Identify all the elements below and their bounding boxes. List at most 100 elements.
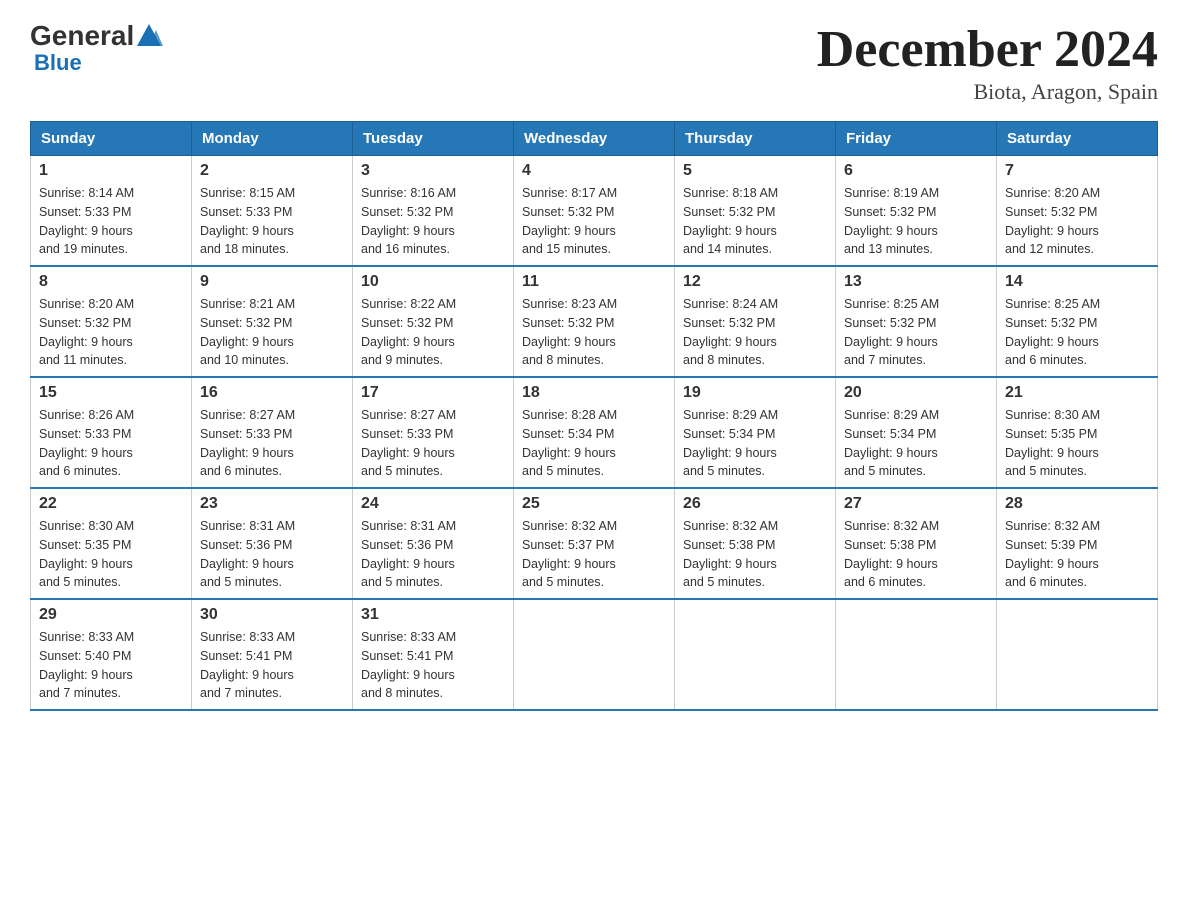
day-number: 14 (1005, 273, 1149, 291)
calendar-day-cell: 11 Sunrise: 8:23 AM Sunset: 5:32 PM Dayl… (514, 266, 675, 377)
day-number: 15 (39, 384, 183, 402)
day-info: Sunrise: 8:19 AM Sunset: 5:32 PM Dayligh… (844, 184, 988, 259)
calendar-header-wednesday: Wednesday (514, 122, 675, 156)
calendar-empty-cell (997, 599, 1158, 710)
day-info: Sunrise: 8:16 AM Sunset: 5:32 PM Dayligh… (361, 184, 505, 259)
day-info: Sunrise: 8:33 AM Sunset: 5:41 PM Dayligh… (361, 628, 505, 703)
day-info: Sunrise: 8:31 AM Sunset: 5:36 PM Dayligh… (361, 517, 505, 592)
logo-general-text: General (30, 20, 134, 52)
calendar-day-cell: 26 Sunrise: 8:32 AM Sunset: 5:38 PM Dayl… (675, 488, 836, 599)
calendar-day-cell: 7 Sunrise: 8:20 AM Sunset: 5:32 PM Dayli… (997, 156, 1158, 267)
page-title: December 2024 (817, 20, 1158, 79)
day-info: Sunrise: 8:27 AM Sunset: 5:33 PM Dayligh… (361, 406, 505, 481)
day-number: 29 (39, 606, 183, 624)
day-number: 18 (522, 384, 666, 402)
calendar-day-cell: 20 Sunrise: 8:29 AM Sunset: 5:34 PM Dayl… (836, 377, 997, 488)
day-info: Sunrise: 8:22 AM Sunset: 5:32 PM Dayligh… (361, 295, 505, 370)
calendar-header-tuesday: Tuesday (353, 122, 514, 156)
day-number: 22 (39, 495, 183, 513)
day-number: 1 (39, 162, 183, 180)
calendar-header-thursday: Thursday (675, 122, 836, 156)
calendar-day-cell: 13 Sunrise: 8:25 AM Sunset: 5:32 PM Dayl… (836, 266, 997, 377)
logo: General Blue (30, 20, 164, 76)
calendar-empty-cell (514, 599, 675, 710)
calendar-day-cell: 10 Sunrise: 8:22 AM Sunset: 5:32 PM Dayl… (353, 266, 514, 377)
day-number: 9 (200, 273, 344, 291)
calendar-empty-cell (836, 599, 997, 710)
day-number: 20 (844, 384, 988, 402)
day-number: 21 (1005, 384, 1149, 402)
calendar-day-cell: 2 Sunrise: 8:15 AM Sunset: 5:33 PM Dayli… (192, 156, 353, 267)
day-info: Sunrise: 8:27 AM Sunset: 5:33 PM Dayligh… (200, 406, 344, 481)
calendar-day-cell: 23 Sunrise: 8:31 AM Sunset: 5:36 PM Dayl… (192, 488, 353, 599)
logo-blue-text: Blue (34, 50, 82, 75)
calendar-day-cell: 4 Sunrise: 8:17 AM Sunset: 5:32 PM Dayli… (514, 156, 675, 267)
calendar-empty-cell (675, 599, 836, 710)
calendar-day-cell: 15 Sunrise: 8:26 AM Sunset: 5:33 PM Dayl… (31, 377, 192, 488)
day-number: 10 (361, 273, 505, 291)
day-number: 13 (844, 273, 988, 291)
day-info: Sunrise: 8:26 AM Sunset: 5:33 PM Dayligh… (39, 406, 183, 481)
page-subtitle: Biota, Aragon, Spain (817, 79, 1158, 105)
day-number: 7 (1005, 162, 1149, 180)
calendar-header-sunday: Sunday (31, 122, 192, 156)
day-number: 8 (39, 273, 183, 291)
calendar-day-cell: 14 Sunrise: 8:25 AM Sunset: 5:32 PM Dayl… (997, 266, 1158, 377)
day-info: Sunrise: 8:32 AM Sunset: 5:38 PM Dayligh… (683, 517, 827, 592)
calendar-day-cell: 28 Sunrise: 8:32 AM Sunset: 5:39 PM Dayl… (997, 488, 1158, 599)
day-info: Sunrise: 8:32 AM Sunset: 5:38 PM Dayligh… (844, 517, 988, 592)
calendar-day-cell: 1 Sunrise: 8:14 AM Sunset: 5:33 PM Dayli… (31, 156, 192, 267)
day-number: 28 (1005, 495, 1149, 513)
day-info: Sunrise: 8:33 AM Sunset: 5:40 PM Dayligh… (39, 628, 183, 703)
day-info: Sunrise: 8:20 AM Sunset: 5:32 PM Dayligh… (1005, 184, 1149, 259)
calendar-week-row: 22 Sunrise: 8:30 AM Sunset: 5:35 PM Dayl… (31, 488, 1158, 599)
day-info: Sunrise: 8:29 AM Sunset: 5:34 PM Dayligh… (844, 406, 988, 481)
day-number: 6 (844, 162, 988, 180)
day-info: Sunrise: 8:17 AM Sunset: 5:32 PM Dayligh… (522, 184, 666, 259)
day-info: Sunrise: 8:28 AM Sunset: 5:34 PM Dayligh… (522, 406, 666, 481)
calendar-day-cell: 5 Sunrise: 8:18 AM Sunset: 5:32 PM Dayli… (675, 156, 836, 267)
day-number: 2 (200, 162, 344, 180)
day-number: 16 (200, 384, 344, 402)
calendar-header-friday: Friday (836, 122, 997, 156)
day-number: 11 (522, 273, 666, 291)
day-info: Sunrise: 8:32 AM Sunset: 5:37 PM Dayligh… (522, 517, 666, 592)
calendar-day-cell: 31 Sunrise: 8:33 AM Sunset: 5:41 PM Dayl… (353, 599, 514, 710)
page-header: General Blue December 2024 Biota, Aragon… (30, 20, 1158, 105)
day-info: Sunrise: 8:33 AM Sunset: 5:41 PM Dayligh… (200, 628, 344, 703)
day-number: 23 (200, 495, 344, 513)
day-info: Sunrise: 8:30 AM Sunset: 5:35 PM Dayligh… (1005, 406, 1149, 481)
calendar-day-cell: 9 Sunrise: 8:21 AM Sunset: 5:32 PM Dayli… (192, 266, 353, 377)
calendar-week-row: 15 Sunrise: 8:26 AM Sunset: 5:33 PM Dayl… (31, 377, 1158, 488)
calendar-day-cell: 25 Sunrise: 8:32 AM Sunset: 5:37 PM Dayl… (514, 488, 675, 599)
day-info: Sunrise: 8:15 AM Sunset: 5:33 PM Dayligh… (200, 184, 344, 259)
calendar-header-saturday: Saturday (997, 122, 1158, 156)
calendar-day-cell: 19 Sunrise: 8:29 AM Sunset: 5:34 PM Dayl… (675, 377, 836, 488)
calendar-day-cell: 8 Sunrise: 8:20 AM Sunset: 5:32 PM Dayli… (31, 266, 192, 377)
calendar-day-cell: 16 Sunrise: 8:27 AM Sunset: 5:33 PM Dayl… (192, 377, 353, 488)
day-number: 24 (361, 495, 505, 513)
calendar-header-monday: Monday (192, 122, 353, 156)
calendar-week-row: 29 Sunrise: 8:33 AM Sunset: 5:40 PM Dayl… (31, 599, 1158, 710)
day-number: 31 (361, 606, 505, 624)
logo-triangle-icon (135, 22, 163, 50)
day-info: Sunrise: 8:20 AM Sunset: 5:32 PM Dayligh… (39, 295, 183, 370)
calendar-day-cell: 21 Sunrise: 8:30 AM Sunset: 5:35 PM Dayl… (997, 377, 1158, 488)
day-info: Sunrise: 8:31 AM Sunset: 5:36 PM Dayligh… (200, 517, 344, 592)
title-area: December 2024 Biota, Aragon, Spain (817, 20, 1158, 105)
calendar-day-cell: 17 Sunrise: 8:27 AM Sunset: 5:33 PM Dayl… (353, 377, 514, 488)
day-number: 5 (683, 162, 827, 180)
day-info: Sunrise: 8:14 AM Sunset: 5:33 PM Dayligh… (39, 184, 183, 259)
calendar-day-cell: 18 Sunrise: 8:28 AM Sunset: 5:34 PM Dayl… (514, 377, 675, 488)
calendar-day-cell: 22 Sunrise: 8:30 AM Sunset: 5:35 PM Dayl… (31, 488, 192, 599)
day-number: 17 (361, 384, 505, 402)
calendar-day-cell: 12 Sunrise: 8:24 AM Sunset: 5:32 PM Dayl… (675, 266, 836, 377)
calendar-day-cell: 29 Sunrise: 8:33 AM Sunset: 5:40 PM Dayl… (31, 599, 192, 710)
day-info: Sunrise: 8:18 AM Sunset: 5:32 PM Dayligh… (683, 184, 827, 259)
day-info: Sunrise: 8:32 AM Sunset: 5:39 PM Dayligh… (1005, 517, 1149, 592)
calendar-day-cell: 6 Sunrise: 8:19 AM Sunset: 5:32 PM Dayli… (836, 156, 997, 267)
day-number: 3 (361, 162, 505, 180)
calendar-table: SundayMondayTuesdayWednesdayThursdayFrid… (30, 121, 1158, 711)
day-number: 19 (683, 384, 827, 402)
calendar-day-cell: 3 Sunrise: 8:16 AM Sunset: 5:32 PM Dayli… (353, 156, 514, 267)
